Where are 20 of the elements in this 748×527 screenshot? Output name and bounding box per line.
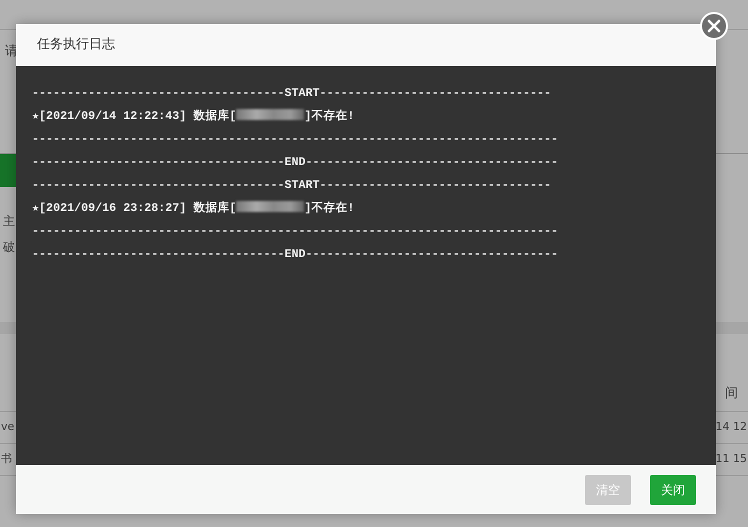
- log-separator: ------------------------------------END------------------------------------: [32, 155, 558, 169]
- table-cell-text: 14 12: [716, 419, 747, 436]
- table-cell-text: 书: [1, 451, 12, 468]
- log-separator: ---------------------------------------------------------------------------: [32, 224, 558, 238]
- log-entry: ★[2021/09/16 23:28:27] 数据库[ ]不存在!: [32, 201, 354, 215]
- table-cell-text: ve: [1, 419, 14, 436]
- log-separator: ---------------------------------------------------------------------------: [32, 132, 558, 146]
- close-icon[interactable]: [700, 12, 728, 40]
- table-cell-text: 11 15: [716, 451, 747, 468]
- log-separator: ------------------------------------END------------------------------------: [32, 247, 558, 261]
- side-bar: [0, 154, 16, 187]
- log-separator: ------------------------------------START---------------------------------: [32, 178, 552, 192]
- column-header: 间: [725, 384, 738, 402]
- side-text: 破: [3, 239, 15, 256]
- search-label: 请: [5, 44, 18, 59]
- close-button[interactable]: 关闭: [650, 474, 696, 504]
- log-entry: ★[2021/09/14 12:22:43] 数据库[ ]不存在!: [32, 109, 354, 123]
- log-separator: ------------------------------------START---------------------------------: [32, 86, 552, 100]
- side-text: 主: [3, 213, 15, 230]
- dialog-title: 任务执行日志: [37, 36, 115, 54]
